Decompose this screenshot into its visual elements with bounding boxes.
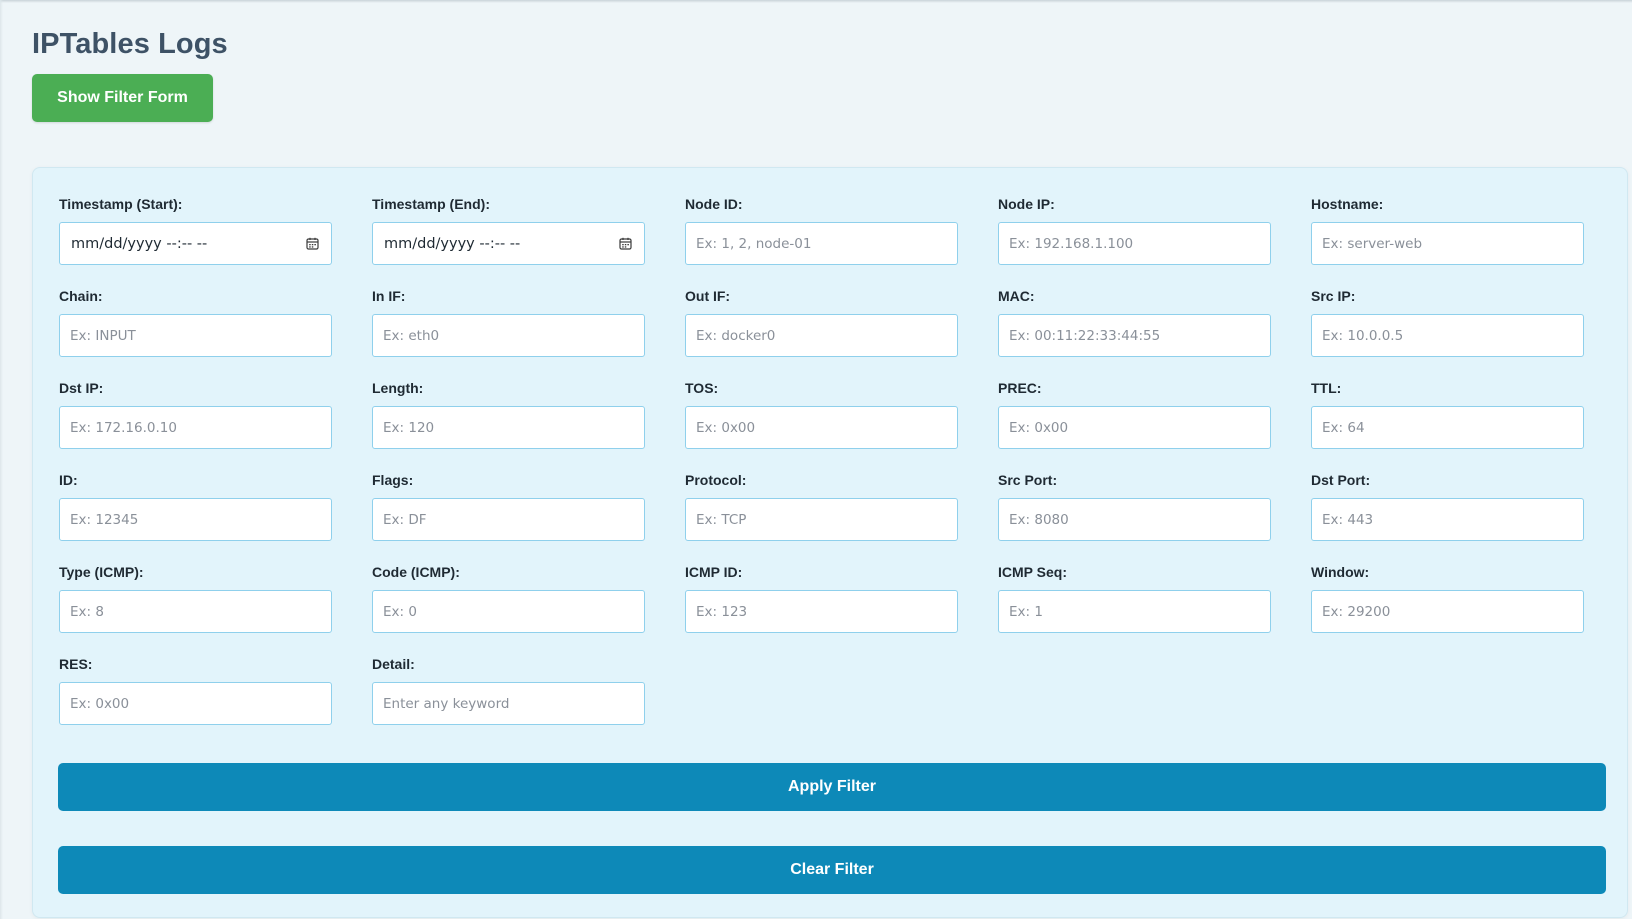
clear-filter-button[interactable]: Clear Filter <box>58 846 1606 894</box>
field-type-icmp: Type (ICMP): <box>59 563 332 655</box>
timestamp-start-value: mm/dd/yyyy --:-- -- <box>71 235 208 252</box>
mac-input[interactable] <box>998 314 1271 357</box>
timestamp-start-label: Timestamp (Start): <box>59 196 183 212</box>
field-dst-port: Dst Port: <box>1311 471 1584 563</box>
filter-fields-grid: Timestamp (Start): mm/dd/yyyy --:-- -- T… <box>59 195 1584 747</box>
dst-port-label: Dst Port: <box>1311 472 1371 488</box>
field-flags: Flags: <box>372 471 645 563</box>
field-ttl: TTL: <box>1311 379 1584 471</box>
field-detail: Detail: <box>372 655 645 747</box>
field-id: ID: <box>59 471 332 563</box>
node-ip-input[interactable] <box>998 222 1271 265</box>
in-if-input[interactable] <box>372 314 645 357</box>
chain-input[interactable] <box>59 314 332 357</box>
field-out-if: Out IF: <box>685 287 958 379</box>
field-mac: MAC: <box>998 287 1271 379</box>
out-if-input[interactable] <box>685 314 958 357</box>
prec-input[interactable] <box>998 406 1271 449</box>
tos-label: TOS: <box>685 380 719 396</box>
window-label: Window: <box>1311 564 1370 580</box>
icmp-id-input[interactable] <box>685 590 958 633</box>
field-tos: TOS: <box>685 379 958 471</box>
src-port-label: Src Port: <box>998 472 1058 488</box>
protocol-label: Protocol: <box>685 472 747 488</box>
timestamp-end-input[interactable]: mm/dd/yyyy --:-- -- <box>372 222 645 265</box>
field-icmp-id: ICMP ID: <box>685 563 958 655</box>
apply-filter-button[interactable]: Apply Filter <box>58 763 1606 811</box>
flags-input[interactable] <box>372 498 645 541</box>
type-icmp-input[interactable] <box>59 590 332 633</box>
hostname-label: Hostname: <box>1311 196 1384 212</box>
node-ip-label: Node IP: <box>998 196 1055 212</box>
tos-input[interactable] <box>685 406 958 449</box>
length-input[interactable] <box>372 406 645 449</box>
detail-input[interactable] <box>372 682 645 725</box>
flags-label: Flags: <box>372 472 414 488</box>
timestamp-start-input[interactable]: mm/dd/yyyy --:-- -- <box>59 222 332 265</box>
field-window: Window: <box>1311 563 1584 655</box>
field-node-id: Node ID: <box>685 195 958 287</box>
field-protocol: Protocol: <box>685 471 958 563</box>
out-if-label: Out IF: <box>685 288 731 304</box>
calendar-icon[interactable] <box>306 237 319 250</box>
res-input[interactable] <box>59 682 332 725</box>
id-input[interactable] <box>59 498 332 541</box>
top-shadow <box>0 0 1632 3</box>
length-label: Length: <box>372 380 424 396</box>
field-timestamp-end: Timestamp (End): mm/dd/yyyy --:-- -- <box>372 195 645 287</box>
ttl-input[interactable] <box>1311 406 1584 449</box>
icmp-id-label: ICMP ID: <box>685 564 743 580</box>
filter-form-panel: Timestamp (Start): mm/dd/yyyy --:-- -- T… <box>32 167 1628 918</box>
page-title: IPTables Logs <box>32 28 228 60</box>
ttl-label: TTL: <box>1311 380 1342 396</box>
src-port-input[interactable] <box>998 498 1271 541</box>
code-icmp-input[interactable] <box>372 590 645 633</box>
timestamp-end-value: mm/dd/yyyy --:-- -- <box>384 235 521 252</box>
field-length: Length: <box>372 379 645 471</box>
left-edge <box>0 0 3 919</box>
field-in-if: In IF: <box>372 287 645 379</box>
field-chain: Chain: <box>59 287 332 379</box>
src-ip-input[interactable] <box>1311 314 1584 357</box>
field-src-ip: Src IP: <box>1311 287 1584 379</box>
node-id-input[interactable] <box>685 222 958 265</box>
type-icmp-label: Type (ICMP): <box>59 564 144 580</box>
detail-label: Detail: <box>372 656 415 672</box>
src-ip-label: Src IP: <box>1311 288 1356 304</box>
field-code-icmp: Code (ICMP): <box>372 563 645 655</box>
code-icmp-label: Code (ICMP): <box>372 564 460 580</box>
res-label: RES: <box>59 656 93 672</box>
dst-ip-input[interactable] <box>59 406 332 449</box>
in-if-label: In IF: <box>372 288 406 304</box>
field-prec: PREC: <box>998 379 1271 471</box>
dst-port-input[interactable] <box>1311 498 1584 541</box>
field-icmp-seq: ICMP Seq: <box>998 563 1271 655</box>
calendar-icon[interactable] <box>619 237 632 250</box>
timestamp-end-label: Timestamp (End): <box>372 196 490 212</box>
field-timestamp-start: Timestamp (Start): mm/dd/yyyy --:-- -- <box>59 195 332 287</box>
field-node-ip: Node IP: <box>998 195 1271 287</box>
protocol-input[interactable] <box>685 498 958 541</box>
chain-label: Chain: <box>59 288 103 304</box>
dst-ip-label: Dst IP: <box>59 380 104 396</box>
icmp-seq-label: ICMP Seq: <box>998 564 1067 580</box>
show-filter-form-button[interactable]: Show Filter Form <box>32 74 213 122</box>
node-id-label: Node ID: <box>685 196 743 212</box>
field-src-port: Src Port: <box>998 471 1271 563</box>
id-label: ID: <box>59 472 78 488</box>
mac-label: MAC: <box>998 288 1035 304</box>
icmp-seq-input[interactable] <box>998 590 1271 633</box>
field-hostname: Hostname: <box>1311 195 1584 287</box>
window-input[interactable] <box>1311 590 1584 633</box>
field-res: RES: <box>59 655 332 747</box>
field-dst-ip: Dst IP: <box>59 379 332 471</box>
hostname-input[interactable] <box>1311 222 1584 265</box>
prec-label: PREC: <box>998 380 1042 396</box>
